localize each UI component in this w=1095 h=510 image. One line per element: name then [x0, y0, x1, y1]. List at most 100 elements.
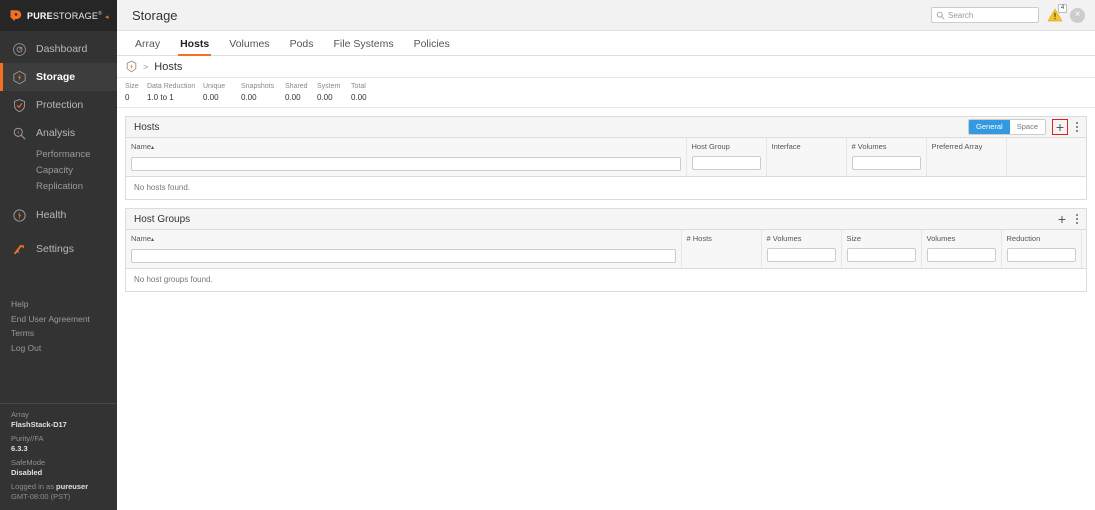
sidebar-item-label: Health	[36, 209, 67, 221]
hosts-empty-message: No hosts found.	[126, 176, 1086, 199]
tab-file-systems[interactable]: File Systems	[324, 38, 404, 55]
hosts-panel-kebab-menu-icon[interactable]	[1072, 119, 1082, 135]
host-groups-empty-message: No host groups found.	[126, 268, 1086, 291]
host-groups-col-volumes[interactable]: Volumes	[921, 230, 1002, 269]
logo-bold-text: PURE	[27, 10, 53, 21]
page-title: Storage	[132, 7, 178, 23]
host-groups-col-name[interactable]: Name▴	[126, 230, 682, 269]
alert-indicator[interactable]: 4	[1047, 4, 1067, 23]
host-groups-table-header-row: Name▴ # Hosts # Volumes Size Volumes Red…	[126, 230, 1086, 269]
magnifier-icon	[11, 125, 27, 141]
sidebar-link-help[interactable]: Help	[11, 297, 117, 312]
host-groups-filter-size[interactable]	[846, 247, 916, 262]
sidebar-subitem-performance[interactable]: Performance	[36, 147, 117, 163]
host-groups-col-size[interactable]: Size	[841, 230, 922, 269]
logo-collapse-icon[interactable]: ◂	[105, 14, 109, 21]
sort-asc-icon: ▴	[151, 237, 155, 243]
sidebar-nav: Dashboard Storage Protection Analysis Pe…	[0, 31, 117, 263]
footer-username: pureuser	[56, 482, 89, 491]
host-groups-panel-kebab-menu-icon[interactable]	[1072, 211, 1082, 227]
sidebar-link-end-user-agreement[interactable]: End User Agreement	[11, 312, 117, 327]
footer-logged-in-as: Logged in as pureuser	[11, 482, 117, 492]
hosts-col-preferred-array[interactable]: Preferred Array	[926, 138, 1007, 177]
health-icon	[11, 207, 27, 223]
stat-unique: Unique 0.00	[203, 82, 241, 103]
tab-policies[interactable]: Policies	[404, 38, 460, 55]
hosts-table: Name▴ Host Group Interface # Volumes Pre…	[126, 138, 1086, 199]
hosts-filter-host-group[interactable]	[691, 155, 761, 170]
stat-value: 0.00	[241, 93, 257, 102]
tab-volumes[interactable]: Volumes	[219, 38, 279, 55]
stat-value: 0.00	[285, 93, 301, 102]
close-button[interactable]: ×	[1070, 7, 1085, 23]
add-host-group-button[interactable]: +	[1054, 211, 1070, 227]
host-groups-filter-num-volumes[interactable]	[766, 247, 836, 262]
sidebar-item-protection[interactable]: Protection	[0, 91, 117, 119]
hosts-table-header-row: Name▴ Host Group Interface # Volumes Pre…	[126, 138, 1086, 177]
hosts-view-toggle: General Space	[968, 119, 1046, 135]
host-groups-col-num-hosts[interactable]: # Hosts	[681, 230, 762, 269]
tab-bar: Array Hosts Volumes Pods File Systems Po…	[117, 31, 1095, 56]
sidebar-subitem-capacity[interactable]: Capacity	[36, 163, 117, 179]
gear-icon	[11, 241, 27, 257]
view-toggle-general[interactable]: General	[969, 120, 1010, 134]
footer-logged-in-prefix: Logged in as	[11, 482, 57, 491]
sidebar-footer: Array FlashStack-D17 Purity//FA 6.3.3 Sa…	[0, 403, 117, 510]
hosts-col-name[interactable]: Name▴	[126, 138, 687, 177]
add-host-button[interactable]: +	[1052, 119, 1068, 135]
pure-storage-logo-icon	[10, 10, 22, 22]
host-groups-filter-name[interactable]	[131, 248, 676, 263]
host-groups-panel: Host Groups + Name▴ # Hosts # Volumes Si…	[125, 208, 1087, 292]
sidebar: PURESTORAGE® ◂ Dashboard Storage Protect…	[0, 0, 117, 510]
hosts-filter-num-volumes[interactable]	[851, 155, 921, 170]
column-label: Name	[131, 234, 152, 243]
sidebar-item-analysis[interactable]: Analysis	[0, 119, 117, 147]
view-toggle-space[interactable]: Space	[1009, 120, 1045, 134]
search-box[interactable]	[931, 7, 1039, 23]
stat-snapshots: Snapshots 0.00	[241, 82, 285, 103]
host-groups-col-reduction[interactable]: Reduction	[1001, 230, 1082, 269]
host-groups-filter-reduction[interactable]	[1006, 247, 1076, 262]
column-label-wrap: Name▴	[131, 142, 681, 153]
stat-label: Data Reduction	[147, 83, 196, 90]
hosts-col-host-group[interactable]: Host Group	[686, 138, 767, 177]
column-label: # Volumes	[766, 234, 802, 243]
tab-hosts[interactable]: Hosts	[170, 38, 219, 56]
stat-value: 0.00	[351, 93, 367, 102]
footer-purity-group: Purity//FA 6.3.3	[11, 434, 117, 454]
column-label: Size	[846, 234, 862, 243]
sidebar-link-terms[interactable]: Terms	[11, 326, 117, 341]
hosts-col-interface[interactable]: Interface	[766, 138, 847, 177]
host-groups-col-num-volumes[interactable]: # Volumes	[761, 230, 842, 269]
stat-value: 1.0 to 1	[147, 93, 174, 102]
host-groups-panel-header: Host Groups +	[126, 209, 1086, 230]
hosts-filter-name[interactable]	[131, 156, 681, 171]
tab-array[interactable]: Array	[125, 38, 170, 55]
stat-value: 0.00	[203, 93, 219, 102]
alert-count-badge: 4	[1058, 4, 1067, 13]
sidebar-item-health[interactable]: Health	[0, 201, 117, 229]
footer-purity-value: 6.3.3	[11, 444, 28, 453]
sidebar-item-dashboard[interactable]: Dashboard	[0, 35, 117, 63]
analysis-subnav: Performance Capacity Replication	[0, 147, 117, 195]
footer-array-value: FlashStack-D17	[11, 420, 67, 429]
sidebar-link-log-out[interactable]: Log Out	[11, 341, 117, 356]
column-label: Host Group	[691, 142, 730, 151]
host-groups-filter-volumes[interactable]	[926, 247, 996, 262]
logo-bar[interactable]: PURESTORAGE® ◂	[0, 0, 117, 31]
search-input[interactable]	[948, 10, 1034, 20]
sidebar-item-settings[interactable]: Settings	[0, 235, 117, 263]
no-filter-spacer	[932, 152, 1001, 169]
array-icon[interactable]	[125, 60, 138, 73]
hosts-col-num-volumes[interactable]: # Volumes	[846, 138, 927, 177]
sidebar-item-storage[interactable]: Storage	[0, 63, 117, 91]
column-label: Preferred Array	[931, 142, 983, 151]
content-area: Hosts General Space + Name▴ Host Group I…	[117, 108, 1095, 510]
sidebar-subitem-replication[interactable]: Replication	[36, 179, 117, 195]
hosts-panel: Hosts General Space + Name▴ Host Group I…	[125, 116, 1087, 200]
stat-shared: Shared 0.00	[285, 82, 317, 103]
storage-icon	[11, 69, 27, 85]
stat-label: Shared	[285, 83, 308, 90]
tab-pods[interactable]: Pods	[280, 38, 324, 55]
